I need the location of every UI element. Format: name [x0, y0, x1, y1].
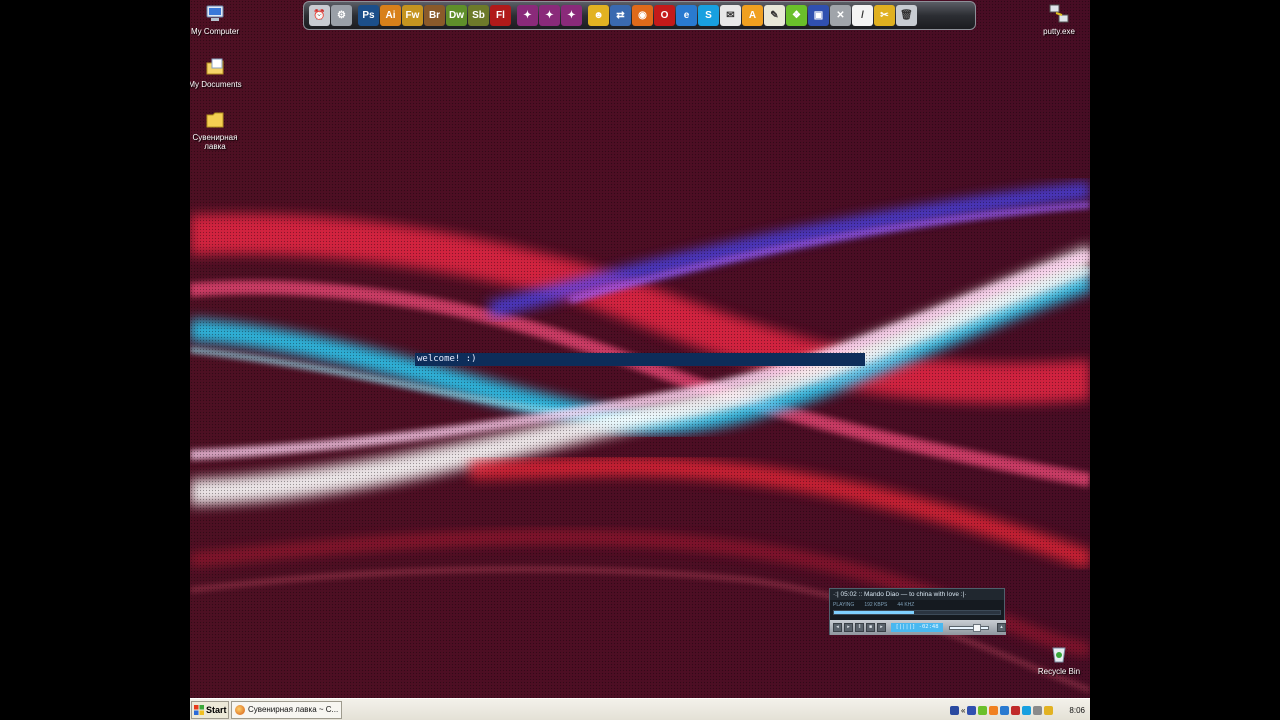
taskbar: Start Сувенирная лавка ~ С... « 8:06: [190, 698, 1090, 720]
tray-expand-icon[interactable]: «: [961, 706, 965, 715]
tray-disk-icon[interactable]: [967, 705, 977, 715]
photoshop-icon[interactable]: Ps: [358, 5, 379, 26]
bridge-icon[interactable]: Br: [424, 5, 445, 26]
trash-dock-icon[interactable]: 🗑: [896, 5, 917, 26]
tray-skype-icon[interactable]: [1022, 705, 1032, 715]
system-tray: « 8:06: [948, 701, 1089, 719]
putty-shortcut[interactable]: putty.exe: [1029, 3, 1089, 36]
fireworks-icon[interactable]: Fw: [402, 5, 423, 26]
save-disk-icon[interactable]: ▣: [808, 5, 829, 26]
seek-bar[interactable]: [833, 610, 1001, 615]
evernote-icon[interactable]: ❖: [786, 5, 807, 26]
player-samplerate: 44 KHZ: [897, 601, 915, 608]
desktop-icon-label: My Documents: [190, 80, 242, 89]
pause-button[interactable]: ‖: [855, 623, 864, 632]
eject-button[interactable]: ▴: [997, 623, 1006, 632]
firefox-icon: [235, 705, 245, 715]
tray-keyboard-icon[interactable]: [950, 705, 959, 715]
opera-icon[interactable]: O: [654, 5, 675, 26]
terminal-icon[interactable]: /: [852, 5, 873, 26]
recycle-bin-shortcut[interactable]: Recycle Bin: [1029, 643, 1089, 676]
firefox-icon[interactable]: ◉: [632, 5, 653, 26]
illustrator-icon[interactable]: Ai: [380, 5, 401, 26]
gear-icon[interactable]: ⚙: [331, 5, 352, 26]
volume-slider[interactable]: [949, 623, 989, 632]
my-documents-shortcut[interactable]: My Documents: [190, 56, 245, 89]
folder-icon: [206, 112, 224, 128]
taskbar-window-label: Сувенирная лавка ~ С...: [248, 705, 339, 714]
putty-icon: [1049, 4, 1069, 23]
stop-button[interactable]: ■: [866, 623, 875, 632]
start-label: Start: [206, 705, 227, 715]
desktop-icon-label: My Computer: [190, 27, 239, 36]
player-controls: ◂ ▸ ‖ ■ ▸ [||||] -02:48 ▴: [830, 620, 1006, 635]
aimp-icon[interactable]: A: [742, 5, 763, 26]
tray-messenger-icon[interactable]: [1044, 705, 1054, 715]
cube-app-3-icon[interactable]: ✦: [561, 5, 582, 26]
taskbar-window-button[interactable]: Сувенирная лавка ~ С...: [231, 701, 342, 719]
player-info: PLAYING 192 KBPS 44 KHZ: [830, 600, 1004, 609]
welcome-bar[interactable]: welcome! :): [415, 353, 865, 366]
tools-icon[interactable]: ✕: [830, 5, 851, 26]
seek-bar-fill: [834, 611, 914, 614]
tray-antivirus-icon[interactable]: [1011, 705, 1021, 715]
prev-button[interactable]: ◂: [833, 623, 842, 632]
flash-icon[interactable]: Fl: [490, 5, 511, 26]
notepad-icon[interactable]: ✎: [764, 5, 785, 26]
alarm-clock-icon[interactable]: ⏰: [309, 5, 330, 26]
desktop-icon-label: Сувенирная лавка: [192, 133, 238, 151]
player-time: [||||] -02:48: [891, 623, 943, 632]
souvenir-folder-shortcut[interactable]: Сувенирная лавка: [190, 109, 245, 151]
tray-winamp-icon[interactable]: [989, 705, 999, 715]
tray-evernote-icon[interactable]: [978, 705, 988, 715]
music-player: ·:| 05:02 :: Mando Diao — to china with …: [829, 588, 1006, 635]
app-dock: ⏰ ⚙ Ps Ai Fw Br Dw Sb Fl ✦ ✦ ✦ ☻ ⇄ ◉ Oe S ✉ A ✎ ❖ ▣ ✕ / ✂ 🗑: [303, 1, 976, 30]
tray-volume-icon[interactable]: [1033, 705, 1043, 715]
soundbooth-icon[interactable]: Sb: [468, 5, 489, 26]
desktop-icon-label: Recycle Bin: [1037, 667, 1081, 676]
next-button[interactable]: ▸: [877, 623, 886, 632]
play-button[interactable]: ▸: [844, 623, 853, 632]
skype-icon[interactable]: S: [698, 5, 719, 26]
yellow-tools-icon[interactable]: ✂: [874, 5, 895, 26]
dreamweaver-icon[interactable]: Dw: [446, 5, 467, 26]
windows-flag-icon: [194, 705, 204, 715]
volume-knob[interactable]: [972, 623, 981, 632]
clock[interactable]: 8:06: [1069, 703, 1085, 719]
my-computer-icon: [206, 5, 224, 21]
start-button[interactable]: Start: [191, 701, 229, 719]
my-computer-shortcut[interactable]: My Computer: [190, 3, 245, 36]
cube-app-2-icon[interactable]: ✦: [539, 5, 560, 26]
recycle-bin-icon: [1052, 647, 1066, 663]
messenger-icon[interactable]: ☻: [588, 5, 609, 26]
cube-app-1-icon[interactable]: ✦: [517, 5, 538, 26]
mail-icon[interactable]: ✉: [720, 5, 741, 26]
player-bitrate: 192 KBPS: [864, 601, 888, 608]
my-documents-icon: [206, 58, 224, 75]
player-title: ·:| 05:02 :: Mando Diao — to china with …: [830, 589, 1004, 600]
player-status: PLAYING: [833, 601, 855, 608]
desktop: My Computer My Documents Сувенирная лавк…: [190, 0, 1090, 720]
network-icon[interactable]: ⇄: [610, 5, 631, 26]
internet-explorer-icon[interactable]: e: [676, 5, 697, 26]
tray-network-icon[interactable]: [1000, 705, 1010, 715]
desktop-icon-label: putty.exe: [1043, 27, 1075, 36]
